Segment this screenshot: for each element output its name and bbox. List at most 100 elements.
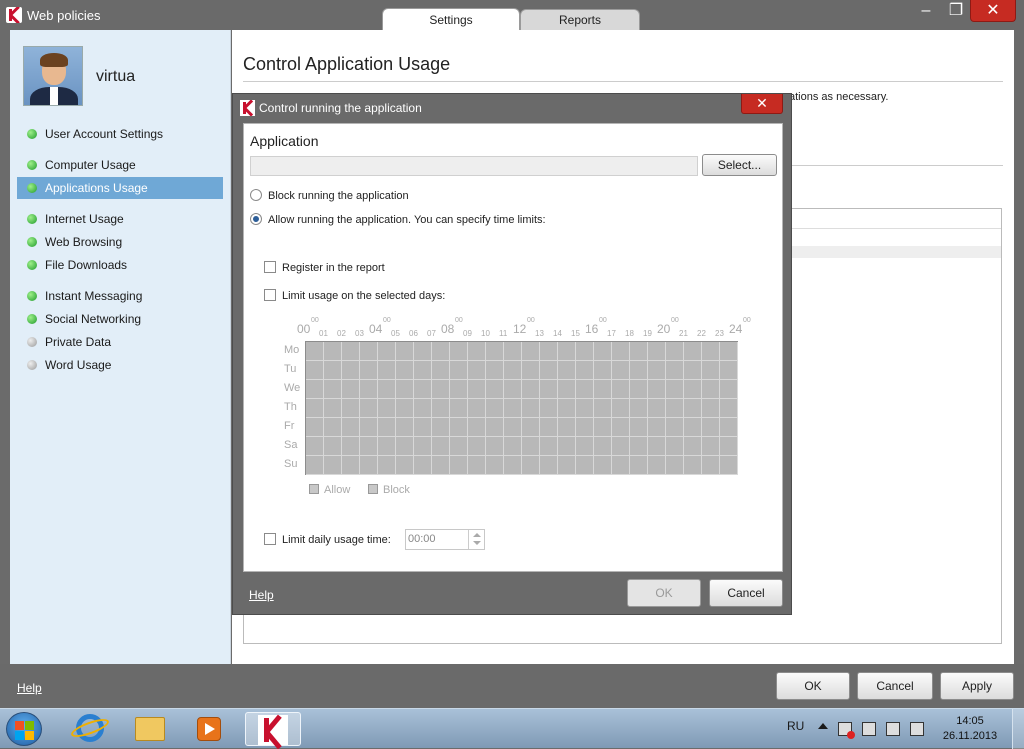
kaspersky-taskbar-icon[interactable]	[245, 712, 301, 749]
apply-button[interactable]: Apply	[940, 672, 1014, 700]
schedule-cell[interactable]	[342, 361, 360, 380]
schedule-cell[interactable]	[702, 418, 720, 437]
schedule-cell[interactable]	[414, 380, 432, 399]
schedule-cell[interactable]	[648, 399, 666, 418]
schedule-cell[interactable]	[504, 399, 522, 418]
sidebar-item-social-networking[interactable]: Social Networking	[17, 308, 223, 330]
schedule-cell[interactable]	[702, 399, 720, 418]
schedule-cell[interactable]	[720, 380, 738, 399]
schedule-cell[interactable]	[522, 418, 540, 437]
schedule-cell[interactable]	[486, 437, 504, 456]
schedule-cell[interactable]	[684, 361, 702, 380]
schedule-cell[interactable]	[342, 399, 360, 418]
schedule-cell[interactable]	[432, 361, 450, 380]
spin-down-icon[interactable]	[473, 541, 481, 545]
schedule-cell[interactable]	[450, 380, 468, 399]
schedule-cell[interactable]	[432, 380, 450, 399]
schedule-cell[interactable]	[648, 456, 666, 475]
schedule-cell[interactable]	[630, 361, 648, 380]
sidebar-item-user-account-settings[interactable]: User Account Settings	[17, 123, 223, 145]
schedule-cell[interactable]	[306, 399, 324, 418]
schedule-cell[interactable]	[342, 342, 360, 361]
schedule-cell[interactable]	[648, 342, 666, 361]
schedule-cell[interactable]	[378, 342, 396, 361]
volume-icon[interactable]	[910, 722, 924, 736]
sidebar-item-computer-usage[interactable]: Computer Usage	[17, 154, 223, 176]
schedule-cell[interactable]	[450, 456, 468, 475]
schedule-cell[interactable]	[630, 399, 648, 418]
schedule-cell[interactable]	[540, 437, 558, 456]
avatar[interactable]	[23, 46, 83, 106]
schedule-cell[interactable]	[630, 456, 648, 475]
schedule-cell[interactable]	[522, 437, 540, 456]
schedule-cell[interactable]	[324, 361, 342, 380]
schedule-cell[interactable]	[378, 437, 396, 456]
schedule-cell[interactable]	[486, 399, 504, 418]
language-indicator[interactable]: RU	[787, 719, 804, 733]
schedule-cell[interactable]	[468, 380, 486, 399]
sidebar-item-applications-usage[interactable]: Applications Usage	[17, 177, 223, 199]
schedule-cell[interactable]	[630, 380, 648, 399]
schedule-cell[interactable]	[432, 437, 450, 456]
schedule-cell[interactable]	[558, 380, 576, 399]
help-link[interactable]: Help	[17, 681, 42, 695]
tray-expand-icon[interactable]	[818, 723, 828, 729]
schedule-cell[interactable]	[540, 380, 558, 399]
schedule-cell[interactable]	[342, 380, 360, 399]
schedule-cell[interactable]	[486, 361, 504, 380]
schedule-cell[interactable]	[324, 437, 342, 456]
schedule-cell[interactable]	[684, 456, 702, 475]
schedule-cell[interactable]	[504, 361, 522, 380]
sidebar-item-private-data[interactable]: Private Data	[17, 331, 223, 353]
schedule-cell[interactable]	[558, 418, 576, 437]
show-desktop-button[interactable]	[1012, 709, 1024, 749]
schedule-cell[interactable]	[576, 399, 594, 418]
schedule-cell[interactable]	[684, 437, 702, 456]
schedule-cell[interactable]	[720, 399, 738, 418]
schedule-cell[interactable]	[306, 342, 324, 361]
schedule-cell[interactable]	[450, 361, 468, 380]
schedule-cell[interactable]	[720, 418, 738, 437]
schedule-cell[interactable]	[594, 342, 612, 361]
schedule-cell[interactable]	[378, 399, 396, 418]
schedule-cell[interactable]	[414, 418, 432, 437]
schedule-cell[interactable]	[360, 456, 378, 475]
schedule-cell[interactable]	[468, 342, 486, 361]
schedule-cell[interactable]	[630, 342, 648, 361]
schedule-cell[interactable]	[720, 437, 738, 456]
sidebar-item-word-usage[interactable]: Word Usage	[17, 354, 223, 376]
schedule-cell[interactable]	[558, 342, 576, 361]
schedule-cell[interactable]	[666, 342, 684, 361]
schedule-cell[interactable]	[324, 456, 342, 475]
sidebar-item-instant-messaging[interactable]: Instant Messaging	[17, 285, 223, 307]
schedule-cell[interactable]	[540, 418, 558, 437]
network-icon[interactable]	[886, 722, 900, 736]
schedule-cell[interactable]	[414, 399, 432, 418]
action-center-icon[interactable]	[838, 722, 855, 739]
daily-time-input[interactable]: 00:00	[405, 529, 485, 550]
dialog-ok-button[interactable]: OK	[627, 579, 701, 607]
schedule-cell[interactable]	[576, 342, 594, 361]
schedule-cell[interactable]	[594, 380, 612, 399]
schedule-cell[interactable]	[306, 380, 324, 399]
schedule-cell[interactable]	[396, 456, 414, 475]
clock[interactable]: 14:05 26.11.2013	[935, 714, 1005, 744]
schedule-cell[interactable]	[432, 418, 450, 437]
schedule-cell[interactable]	[468, 437, 486, 456]
schedule-cell[interactable]	[666, 399, 684, 418]
schedule-cell[interactable]	[702, 456, 720, 475]
schedule-cell[interactable]	[414, 361, 432, 380]
schedule-cell[interactable]	[486, 418, 504, 437]
schedule-cell[interactable]	[378, 418, 396, 437]
schedule-cell[interactable]	[306, 437, 324, 456]
schedule-cell[interactable]	[558, 399, 576, 418]
schedule-cell[interactable]	[612, 437, 630, 456]
schedule-cell[interactable]	[360, 361, 378, 380]
schedule-cell[interactable]	[504, 380, 522, 399]
schedule-cell[interactable]	[612, 418, 630, 437]
schedule-cell[interactable]	[414, 342, 432, 361]
schedule-cell[interactable]	[576, 361, 594, 380]
schedule-cell[interactable]	[450, 437, 468, 456]
schedule-cell[interactable]	[378, 456, 396, 475]
limit-daily-checkbox[interactable]	[264, 533, 276, 546]
